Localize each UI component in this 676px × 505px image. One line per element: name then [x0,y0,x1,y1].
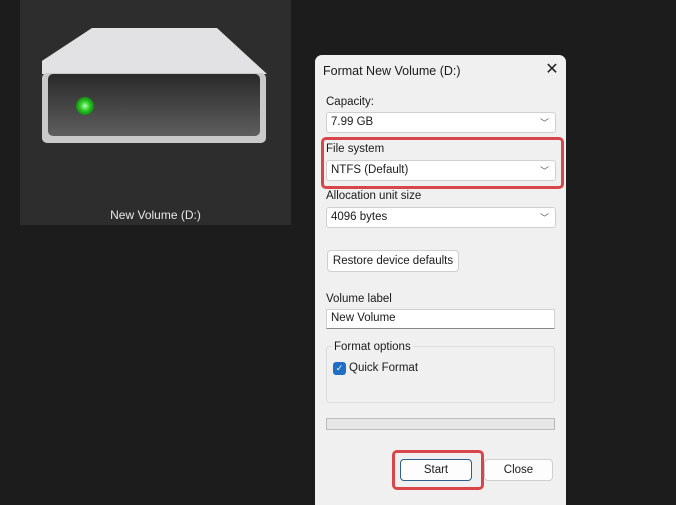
capacity-select[interactable]: 7.99 GB ﹀ [326,112,556,133]
allocation-value: 4096 bytes [331,211,388,223]
format-options-label: Format options [332,341,413,353]
format-options-group [326,346,555,403]
file-system-select[interactable]: NTFS (Default) ﹀ [326,160,556,181]
capacity-value: 7.99 GB [331,116,374,128]
allocation-select[interactable]: 4096 bytes ﹀ [326,207,556,228]
start-button[interactable]: Start [400,459,472,481]
quick-format-label[interactable]: Quick Format [349,362,418,374]
chevron-down-icon: ﹀ [539,166,549,176]
close-icon[interactable]: ✕ [543,61,561,79]
allocation-label: Allocation unit size [326,190,422,202]
capacity-label: Capacity: [326,96,374,108]
dialog-title: Format New Volume (D:) [323,64,461,78]
close-button[interactable]: Close [484,459,553,481]
file-system-label: File system [326,143,385,155]
file-system-value: NTFS (Default) [331,164,409,176]
format-dialog: Format New Volume (D:) ✕ Capacity: 7.99 … [315,55,566,505]
chevron-down-icon: ﹀ [539,118,549,128]
drive-label: New Volume (D:) [110,208,201,222]
restore-defaults-button[interactable]: Restore device defaults [327,250,459,272]
format-progress-bar [326,418,555,430]
volume-label-input[interactable]: New Volume [326,309,555,329]
drive-tile[interactable]: New Volume (D:) [20,0,291,225]
hard-drive-icon [42,28,267,143]
volume-label-label: Volume label [326,293,392,305]
chevron-down-icon: ﹀ [539,213,549,223]
quick-format-checkbox[interactable]: ✓ [333,362,346,375]
